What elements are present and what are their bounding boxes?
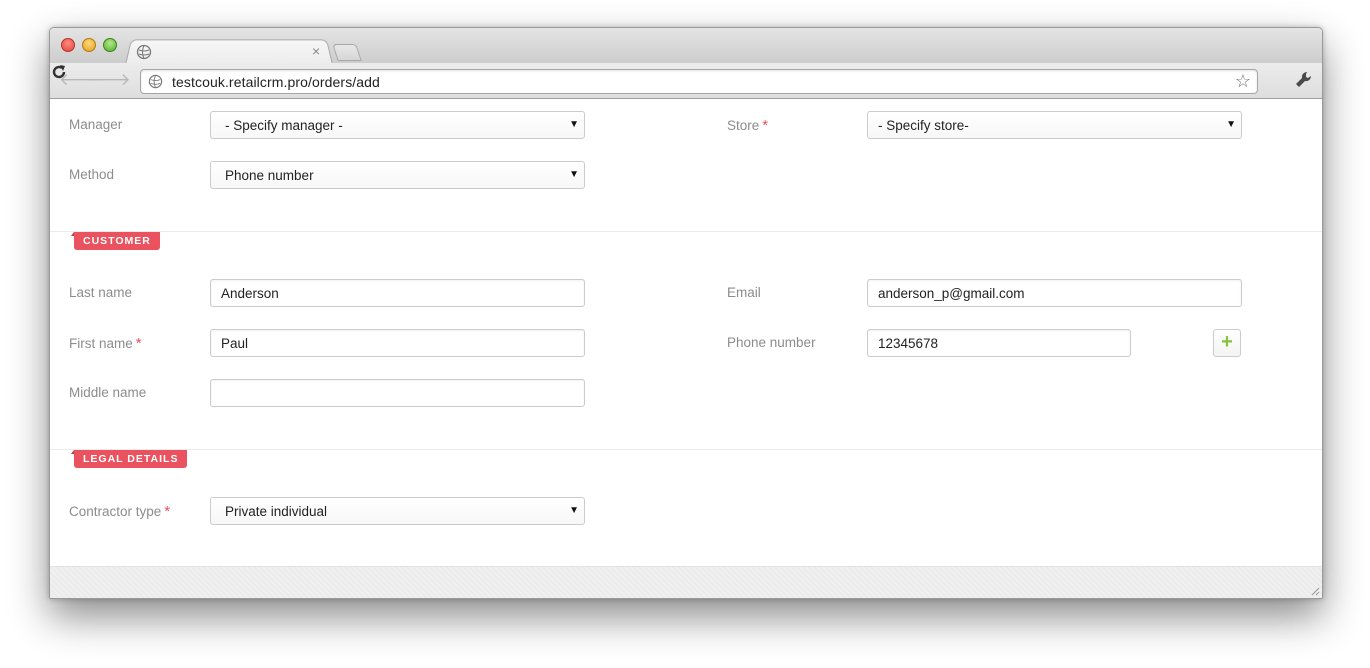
last-name-label: Last name — [69, 285, 133, 300]
title-bar: × — [50, 28, 1322, 66]
legal-details-section-title: LEGAL DETAILS — [70, 450, 188, 468]
zoom-window-button[interactable] — [103, 38, 117, 52]
middle-name-label: Middle name — [69, 385, 147, 400]
method-select-value: Phone number — [225, 168, 314, 183]
new-tab-button[interactable] — [332, 44, 362, 61]
add-phone-button[interactable]: + — [1213, 329, 1241, 357]
store-select[interactable]: - Specify store- ▼ — [867, 111, 1242, 139]
required-mark: * — [762, 117, 769, 134]
browser-toolbar: 🡐 🡒 testcouk.retailcrm.pro/orders/add ☆ — [50, 63, 1322, 99]
manager-select-value: - Specify manager - — [225, 118, 343, 133]
store-label: Store * — [727, 117, 768, 134]
wrench-icon[interactable] — [1294, 70, 1314, 90]
required-mark: * — [135, 335, 142, 352]
url-text: testcouk.retailcrm.pro/orders/add — [172, 74, 380, 90]
email-input[interactable]: anderson_p@gmail.com — [867, 279, 1242, 307]
chevron-down-icon: ▼ — [569, 169, 579, 180]
browser-tab[interactable] — [124, 39, 334, 66]
required-mark: * — [164, 503, 171, 520]
contractor-type-select[interactable]: Private individual ▼ — [210, 497, 585, 525]
resize-grip-icon[interactable] — [1311, 587, 1320, 596]
middle-name-input[interactable] — [210, 379, 585, 407]
chevron-down-icon: ▼ — [1226, 119, 1236, 130]
chevron-down-icon: ▼ — [569, 119, 579, 130]
section-divider — [50, 231, 1322, 232]
manager-label: Manager — [69, 117, 123, 132]
section-divider — [50, 449, 1322, 450]
method-select[interactable]: Phone number ▼ — [210, 161, 585, 189]
tab-close-button[interactable]: × — [312, 43, 320, 59]
first-name-label: First name * — [69, 335, 142, 352]
contractor-type-select-value: Private individual — [225, 504, 328, 519]
first-name-label-text: First name — [69, 336, 133, 351]
close-window-button[interactable] — [61, 38, 75, 52]
manager-select[interactable]: - Specify manager - ▼ — [210, 111, 585, 139]
address-bar[interactable]: testcouk.retailcrm.pro/orders/add ☆ — [140, 69, 1258, 94]
globe-icon — [136, 44, 152, 60]
browser-window: × 🡐 🡒 testcouk.retailcrm.pro/orders/add … — [49, 27, 1323, 599]
customer-section-title: CUSTOMER — [71, 232, 160, 250]
chevron-down-icon: ▼ — [569, 505, 579, 516]
store-label-text: Store — [727, 118, 760, 133]
globe-icon — [148, 74, 163, 89]
contractor-type-label-text: Contractor type — [69, 504, 162, 519]
email-label: Email — [727, 285, 761, 300]
contractor-type-label: Contractor type * — [69, 503, 170, 520]
last-name-input[interactable]: Anderson — [210, 279, 585, 307]
minimize-window-button[interactable] — [82, 38, 96, 52]
method-label: Method — [69, 167, 115, 182]
phone-input[interactable]: 12345678 — [867, 329, 1131, 357]
bookmark-star-icon[interactable]: ☆ — [1235, 71, 1251, 92]
store-select-value: - Specify store- — [878, 118, 969, 133]
first-name-input[interactable]: Paul — [210, 329, 585, 357]
page-footer — [50, 566, 1322, 598]
forward-arrow-icon[interactable]: 🡒 — [85, 71, 131, 89]
order-form: Manager - Specify manager - ▼ Store * - S… — [50, 99, 1322, 566]
phone-label: Phone number — [727, 335, 816, 350]
